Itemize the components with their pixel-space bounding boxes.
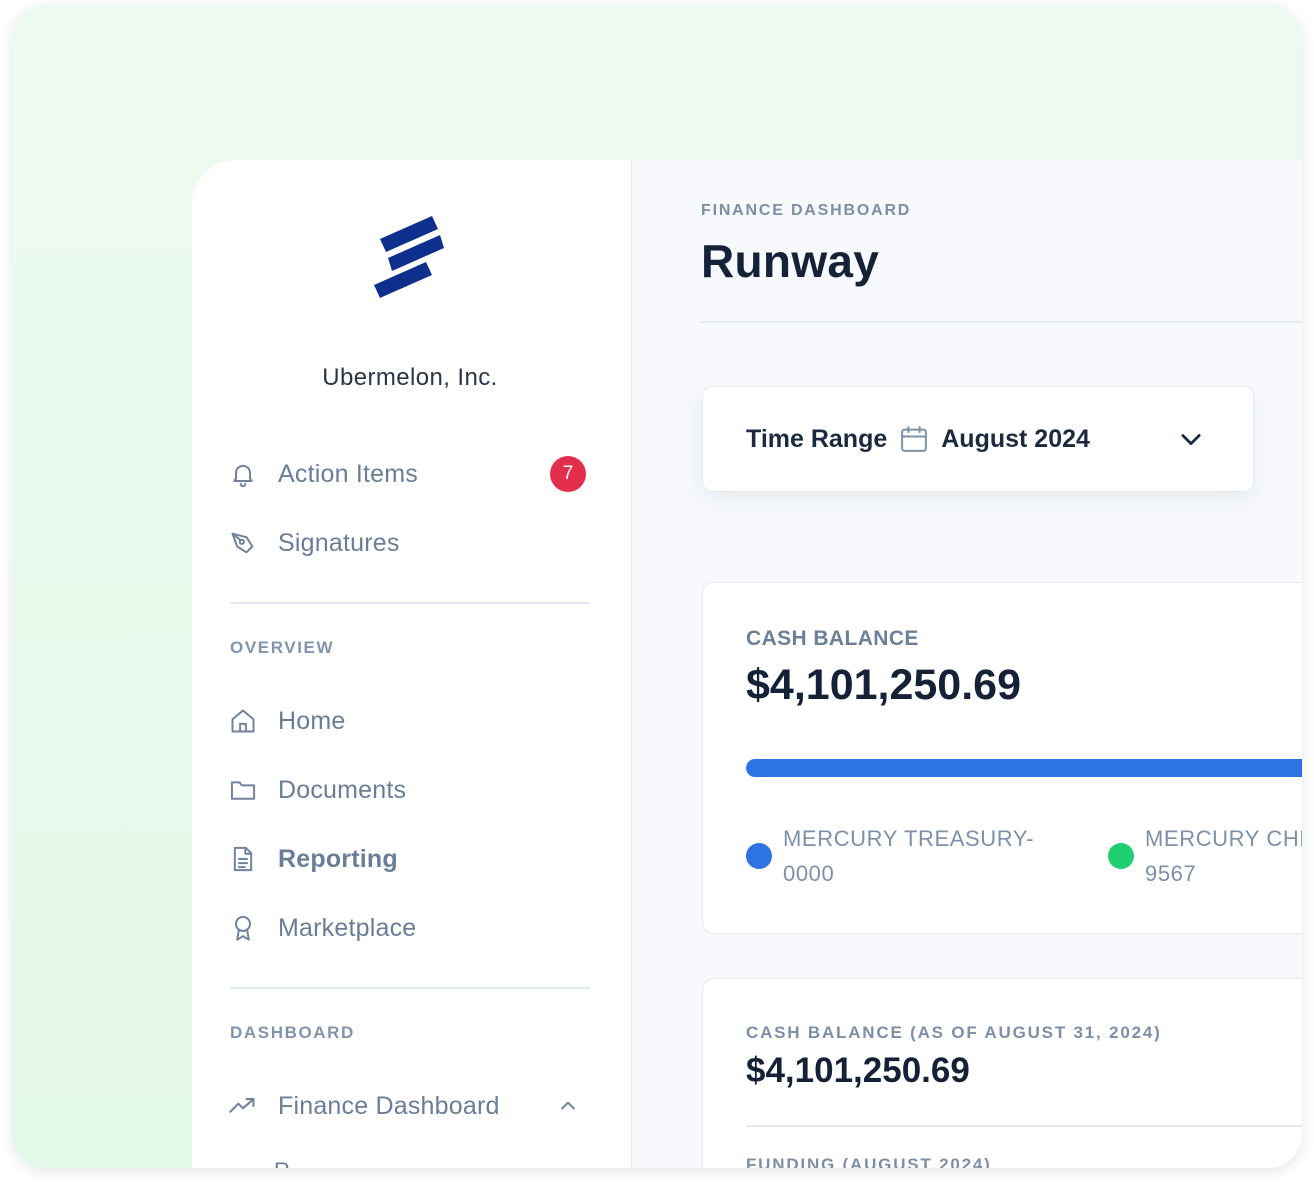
sidebar-item-home[interactable]: Home [228, 701, 592, 741]
summary-divider [746, 1125, 1302, 1127]
legend-dot [746, 843, 772, 869]
time-range-value: August 2024 [941, 424, 1090, 453]
sidebar-divider [230, 987, 590, 989]
sidebar-item-label: Finance Dashboard [278, 1091, 500, 1120]
company-name: Ubermelon, Inc. [322, 364, 498, 391]
sidebar-item-action-items[interactable]: Action Items 7 [228, 454, 592, 494]
page-title: Runway [701, 235, 880, 287]
legend-account-number: 0000 [783, 861, 835, 886]
sidebar-item-reporting[interactable]: Reporting [228, 839, 592, 879]
bell-icon [228, 459, 258, 489]
legend-item-mercury-treasury: MERCURY TREASURY- 0000 [746, 821, 1034, 891]
cash-balance-bar [746, 759, 1302, 777]
page-eyebrow: FINANCE DASHBOARD [701, 202, 912, 219]
sidebar-item-documents[interactable]: Documents [228, 770, 592, 810]
award-icon [228, 913, 258, 943]
legend-account-name: MERCURY CHE [1145, 826, 1302, 851]
sidebar-item-label: Marketplace [278, 913, 417, 942]
section-title-overview: OVERVIEW [230, 638, 335, 657]
cash-balance-card: CASH BALANCE $4,101,250.69 MERCURY TREAS… [702, 582, 1302, 934]
sidebar-item-label: Reporting [278, 844, 398, 873]
legend-account-name: MERCURY TREASURY- [783, 826, 1035, 851]
sidebar-item-label: Signatures [278, 528, 400, 557]
trending-up-icon [228, 1091, 258, 1121]
summary-label: CASH BALANCE (AS OF AUGUST 31, 2024) [746, 1023, 1162, 1042]
legend-account-number: 9567 [1145, 861, 1197, 886]
cash-balance-amount: $4,101,250.69 [746, 661, 1021, 709]
sidebar: Ubermelon, Inc. Action Items 7 Signature… [192, 160, 632, 1168]
sidebar-item-label: Documents [278, 775, 407, 804]
backdrop-panel: Ubermelon, Inc. Action Items 7 Signature… [12, 4, 1302, 1168]
cash-summary-card: CASH BALANCE (AS OF AUGUST 31, 2024) $4,… [702, 978, 1302, 1168]
document-icon [228, 844, 258, 874]
sidebar-subitem-fragment[interactable]: R [274, 1158, 290, 1168]
sidebar-item-signatures[interactable]: Signatures [228, 523, 592, 563]
legend-item-mercury-checking: MERCURY CHE 9567 [1108, 821, 1302, 891]
sidebar-item-label: Home [278, 706, 346, 735]
chevron-up-icon[interactable] [558, 1096, 578, 1121]
summary-amount: $4,101,250.69 [746, 1051, 970, 1090]
cash-balance-label: CASH BALANCE [746, 627, 919, 650]
header-divider [701, 321, 1302, 323]
notification-badge: 7 [550, 456, 586, 492]
chevron-down-icon [1177, 425, 1205, 458]
sidebar-item-marketplace[interactable]: Marketplace [228, 908, 592, 948]
sidebar-divider [230, 602, 590, 604]
time-range-label: Time Range [746, 424, 888, 453]
legend-dot [1108, 843, 1134, 869]
main-content: FINANCE DASHBOARD Runway Time Range Augu… [632, 160, 1302, 1168]
time-range-selector[interactable]: Time Range August 2024 [702, 386, 1254, 492]
app-window: Ubermelon, Inc. Action Items 7 Signature… [192, 160, 1302, 1168]
folder-icon [228, 775, 258, 805]
section-title-dashboard: DASHBOARD [230, 1023, 355, 1042]
sidebar-item-label: Action Items [278, 459, 418, 488]
sidebar-item-finance-dashboard[interactable]: Finance Dashboard [228, 1086, 592, 1126]
funding-label: FUNDING (AUGUST 2024) [746, 1155, 992, 1168]
home-icon [228, 706, 258, 736]
calendar-icon [899, 423, 929, 455]
company-logo-icon [374, 216, 444, 298]
pen-nib-icon [228, 528, 258, 558]
